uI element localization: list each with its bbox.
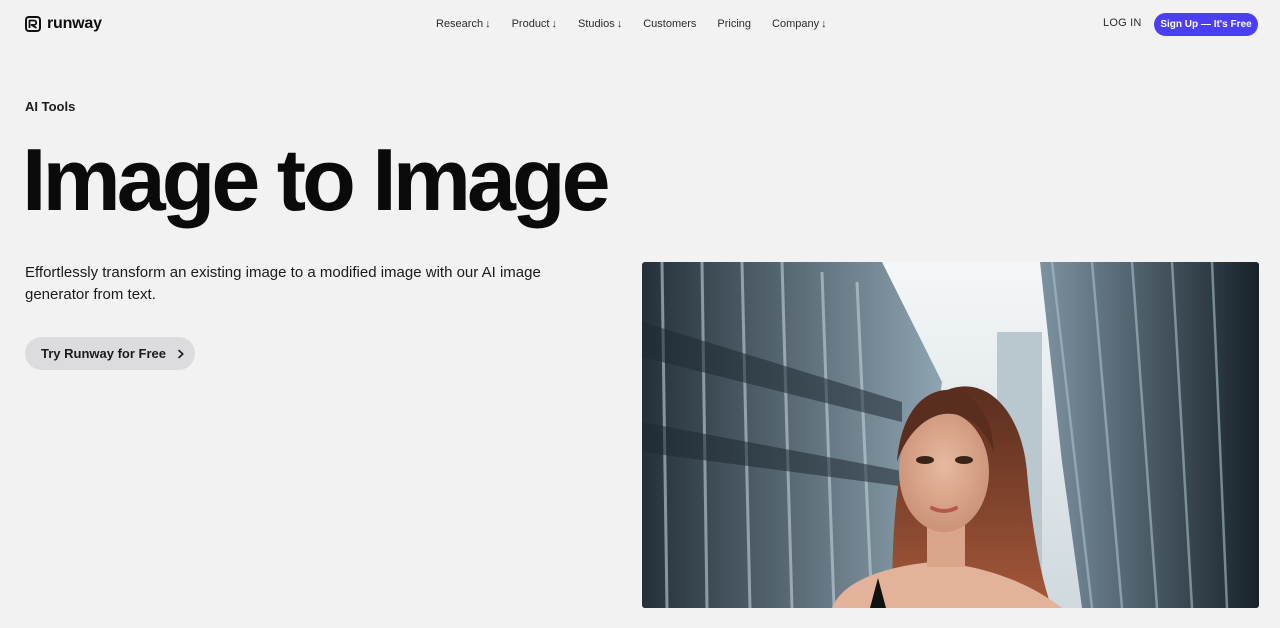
cta-label: Try Runway for Free [41,346,166,361]
brand-name: runway [47,15,102,32]
arrow-down-icon: ↓ [551,18,558,30]
nav-customers[interactable]: Customers [643,18,696,30]
chevron-right-icon [178,349,184,358]
eyebrow-label: AI Tools [25,99,76,114]
nav-research[interactable]: Research ↓ [436,18,491,30]
nav-pricing[interactable]: Pricing [717,18,751,30]
arrow-down-icon: ↓ [616,18,623,30]
runway-logo[interactable]: runway [25,14,102,34]
nav-company[interactable]: Company ↓ [772,18,827,30]
try-runway-button[interactable]: Try Runway for Free [25,337,195,370]
arrow-down-icon: ↓ [821,18,827,30]
page-title: Image to Image [22,130,611,229]
nav-product[interactable]: Product ↓ [512,18,557,30]
hero-example-image [642,262,1259,608]
top-nav: runway Research ↓ Product ↓ Studios ↓ Custo… [0,0,1280,48]
main-nav: Research ↓ Product ↓ Studios ↓ Customers Pr… [436,16,848,32]
runway-logo-icon [25,16,41,32]
nav-studios[interactable]: Studios ↓ [578,18,622,30]
login-link[interactable]: LOG IN [1103,17,1142,29]
hero-description: Effortlessly transform an existing image… [25,264,541,303]
arrow-down-icon: ↓ [485,18,491,30]
signup-button[interactable]: Sign Up — It's Free [1154,13,1258,36]
portrait-photo [642,262,1259,608]
